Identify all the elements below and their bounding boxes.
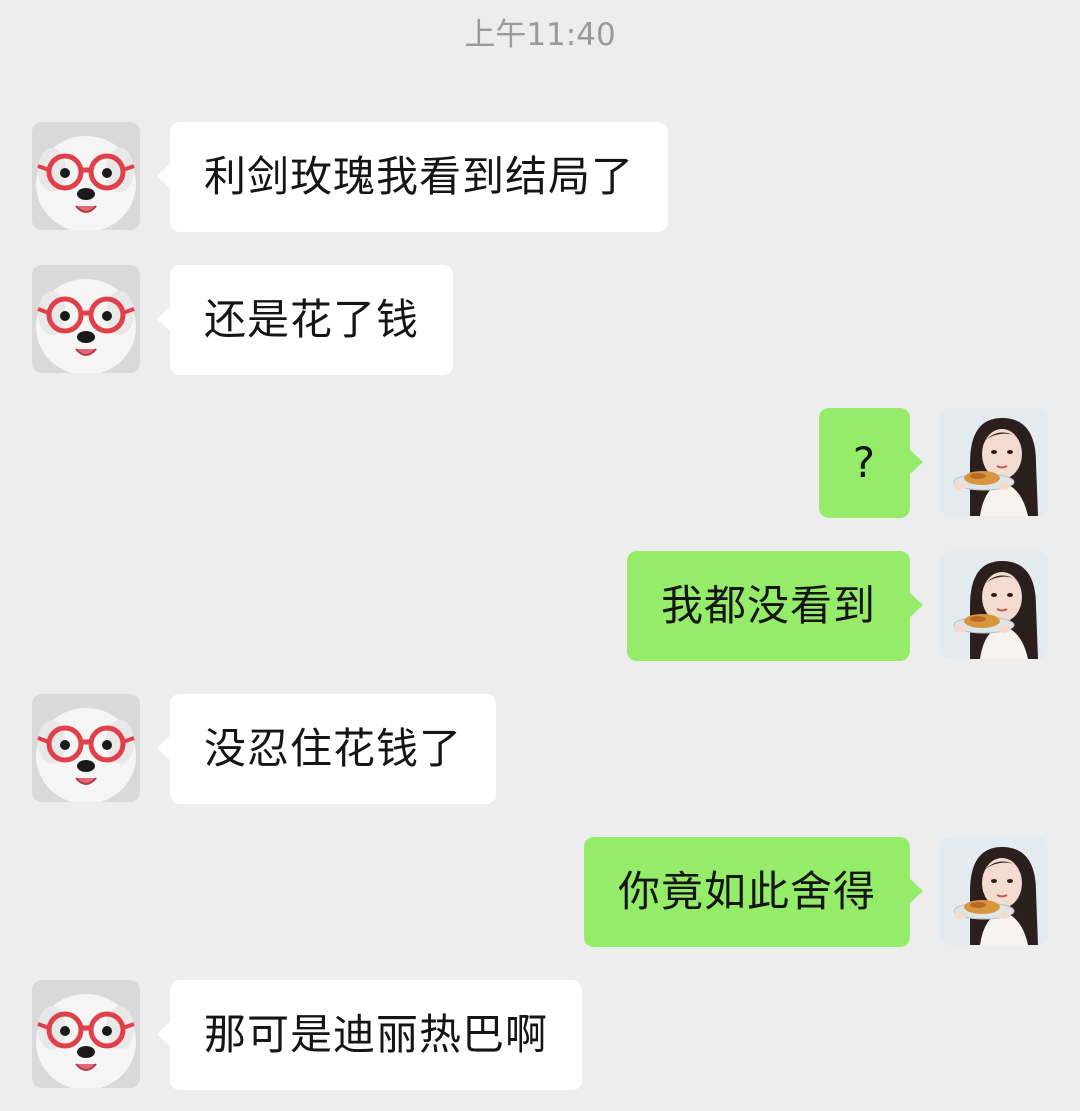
- woman-holding-food-icon: [940, 408, 1048, 516]
- incoming-message-bubble[interactable]: 利剑玫瑰我看到结局了: [156, 122, 669, 232]
- woman-holding-food-icon: [940, 837, 1048, 945]
- my-avatar[interactable]: [940, 551, 1048, 659]
- message-row: 你竟如此舍得: [0, 837, 1080, 947]
- incoming-message-bubble[interactable]: 还是花了钱: [156, 265, 454, 375]
- outgoing-message-bubble[interactable]: 我都没看到: [626, 551, 924, 661]
- incoming-message-bubble[interactable]: 那可是迪丽热巴啊: [156, 980, 583, 1090]
- friend-avatar[interactable]: [32, 122, 140, 230]
- incoming-message-bubble[interactable]: 没忍住花钱了: [156, 694, 497, 804]
- message-row: 还是花了钱: [0, 265, 1080, 375]
- message-timestamp: 上午11:40: [464, 17, 616, 53]
- dog-with-red-glasses-icon: [32, 265, 140, 373]
- friend-avatar[interactable]: [32, 694, 140, 802]
- friend-avatar[interactable]: [32, 265, 140, 373]
- chat-window: 上午11:40 利剑玫瑰我看到结局了 还是花了钱 ? 我都没看到 没忍住花钱了: [0, 0, 1080, 1111]
- outgoing-message-bubble[interactable]: ?: [818, 408, 924, 518]
- my-avatar[interactable]: [940, 408, 1048, 516]
- outgoing-message-bubble[interactable]: 你竟如此舍得: [583, 837, 924, 947]
- woman-holding-food-icon: [940, 551, 1048, 659]
- dog-with-red-glasses-icon: [32, 122, 140, 230]
- message-row: 利剑玫瑰我看到结局了: [0, 122, 1080, 232]
- message-row: 我都没看到: [0, 551, 1080, 661]
- my-avatar[interactable]: [940, 837, 1048, 945]
- friend-avatar[interactable]: [32, 980, 140, 1088]
- message-row: 那可是迪丽热巴啊: [0, 980, 1080, 1090]
- message-row: ?: [0, 408, 1080, 518]
- dog-with-red-glasses-icon: [32, 980, 140, 1088]
- message-row: 没忍住花钱了: [0, 694, 1080, 804]
- dog-with-red-glasses-icon: [32, 694, 140, 802]
